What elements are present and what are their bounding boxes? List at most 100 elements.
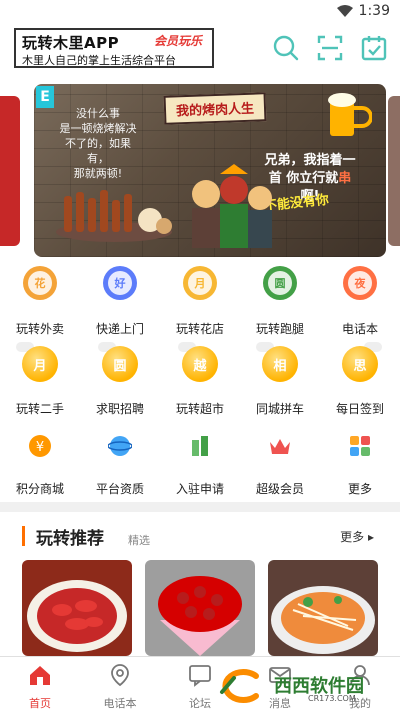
app-title: 玩转木里APP: [22, 34, 120, 52]
svg-text:¥: ¥: [36, 440, 44, 455]
bbq-skewers-illustration: [56, 190, 172, 242]
recommend-title: 玩转推荐: [36, 529, 104, 549]
nav-home[interactable]: 首页: [0, 657, 80, 711]
errand-icon: 圆: [263, 266, 297, 300]
grid-item-credentials[interactable]: 平台资质: [80, 426, 160, 502]
feature-row-1: 花 玩转外卖 好 快递上门 月 玩转花店 圆 玩转跑腿 夜 电话本: [0, 266, 400, 342]
banner-caption-right-red: 串: [338, 171, 352, 186]
nav-phonebook[interactable]: 电话本: [80, 657, 160, 711]
grid-label: 求职招聘: [95, 402, 144, 416]
app-home-screen: 1:39 玩转木里APP 会员玩乐 木里人自己的掌上生活综合平台 E 我的烤肉人…: [0, 0, 400, 711]
forum-icon: [189, 665, 211, 687]
daily-checkin-icon: 思: [342, 346, 378, 382]
status-bar: 1:39: [0, 0, 400, 24]
banner-prev-peek: [0, 96, 20, 246]
phonebook-coin-icon: 夜: [343, 266, 377, 300]
site-watermark: 西西软件园 CR173.COM: [212, 668, 392, 708]
grid-item-super-member[interactable]: 超级会员: [240, 426, 320, 502]
banner-carousel[interactable]: E 我的烤肉人生 没什么事 是一顿烧烤解决 不了的，如果有， 那就两顿! 兄弟，…: [0, 84, 400, 259]
grid-item-phonebook[interactable]: 夜 电话本: [320, 266, 400, 342]
crown-icon: [270, 439, 290, 454]
platform-credentials-icon: [108, 436, 132, 456]
recommend-section: 玩转推荐 精选 更多 ▸: [12, 516, 388, 656]
grid-label: 同城拼车: [255, 402, 304, 416]
beer-mug-illustration: [328, 93, 372, 136]
takeout-icon: 花: [23, 266, 57, 300]
app-header: 玩转木里APP 会员玩乐 木里人自己的掌上生活综合平台: [0, 24, 400, 74]
logo-badge: 会员玩乐: [154, 34, 203, 48]
feature-row-3: ¥ 积分商城 平台资质 入驻申请 超级会员 更多: [0, 426, 400, 502]
cartoon-characters-illustration: [192, 164, 272, 248]
flowers-icon-glyph: 月: [188, 271, 212, 295]
supermarket-icon: 越: [182, 346, 218, 382]
recommend-thumb-crayfish[interactable]: [22, 560, 132, 656]
scan-icon[interactable]: [316, 34, 344, 62]
grid-label: 超级会员: [255, 482, 304, 496]
grid-label: 更多: [347, 482, 372, 496]
banner-caption-right-b: 你立行就: [286, 171, 339, 186]
section-accent-bar: [22, 526, 25, 546]
jobs-icon: 圆: [102, 346, 138, 382]
rose-bouquet-image: [145, 560, 255, 656]
points-mall-icon: ¥: [29, 435, 51, 457]
grid-label: 玩转超市: [175, 402, 224, 416]
grid-item-takeout[interactable]: 花 玩转外卖: [0, 266, 80, 342]
watermark-site: CR173.COM: [308, 694, 356, 703]
rice-noodle-image: [268, 560, 378, 656]
join-apply-icon: [192, 436, 208, 456]
grid-item-jobs[interactable]: 圆 求职招聘: [80, 342, 160, 422]
wifi-icon: [336, 5, 353, 17]
grid-label: 玩转跑腿: [255, 322, 304, 336]
feature-row-2: 月 玩转二手 圆 求职招聘 越 玩转超市 相 同城拼车 思 每日签到: [0, 342, 400, 422]
app-slogan: 木里人自己的掌上生活综合平台: [22, 54, 176, 67]
checkin-calendar-icon[interactable]: [360, 34, 388, 62]
grid-label: 积分商城: [15, 482, 64, 496]
grid-item-carpool[interactable]: 相 同城拼车: [240, 342, 320, 422]
search-icon[interactable]: [272, 34, 300, 62]
banner-caption-left: 没什么事 是一顿烧烤解决 不了的，如果有， 那就两顿!: [59, 107, 137, 180]
grid-label: 玩转二手: [15, 402, 64, 416]
grid-item-more[interactable]: 更多: [320, 426, 400, 502]
grid-item-points-mall[interactable]: ¥ 积分商城: [0, 426, 80, 502]
grid-label: 每日签到: [335, 402, 384, 416]
grid-item-daily-checkin[interactable]: 思 每日签到: [320, 342, 400, 422]
recommend-thumb-noodles[interactable]: [268, 560, 378, 656]
grid-label: 玩转外卖: [15, 322, 64, 336]
grid-label: 快递上门: [95, 322, 144, 336]
grid-label: 电话本: [341, 322, 378, 336]
grid-label: 玩转花店: [175, 322, 224, 336]
crayfish-dish-image: [22, 560, 132, 656]
grid-item-supermarket[interactable]: 越 玩转超市: [160, 342, 240, 422]
takeout-icon-glyph: 花: [28, 271, 52, 295]
banner-tag: E: [36, 86, 54, 108]
grid-item-secondhand[interactable]: 月 玩转二手: [0, 342, 80, 422]
recommend-subtitle: 精选: [128, 534, 150, 547]
grid-item-errand[interactable]: 圆 玩转跑腿: [240, 266, 320, 342]
grid-label: 入驻申请: [175, 482, 224, 496]
more-grid-icon: [350, 436, 370, 456]
banner-sign: 我的烤肉人生: [163, 92, 267, 125]
carpool-icon: 相: [262, 346, 298, 382]
banner-slide[interactable]: E 我的烤肉人生 没什么事 是一顿烧烤解决 不了的，如果有， 那就两顿! 兄弟，…: [34, 84, 386, 257]
status-time: 1:39: [358, 3, 390, 19]
home-icon: [30, 666, 50, 685]
recommend-thumb-roses[interactable]: [145, 560, 255, 656]
secondhand-icon: 月: [22, 346, 58, 382]
nav-label: 电话本: [103, 697, 137, 710]
grid-item-delivery[interactable]: 好 快递上门: [80, 266, 160, 342]
nav-label: 首页: [29, 697, 51, 710]
banner-next-peek: [388, 96, 400, 246]
grid-label: 平台资质: [95, 482, 144, 496]
watermark-logo-icon: [220, 669, 259, 703]
flowers-icon: 月: [183, 266, 217, 300]
delivery-icon: 好: [103, 266, 137, 300]
recommend-more-link[interactable]: 更多 ▸: [340, 528, 374, 545]
delivery-icon-glyph: 好: [108, 271, 132, 295]
grid-item-join-apply[interactable]: 入驻申请: [160, 426, 240, 502]
errand-icon-glyph: 圆: [268, 271, 292, 295]
phonebook-icon: [111, 664, 129, 687]
grid-item-flowers[interactable]: 月 玩转花店: [160, 266, 240, 342]
app-logo: 玩转木里APP 会员玩乐 木里人自己的掌上生活综合平台: [14, 28, 214, 68]
phonebook-icon-glyph: 夜: [348, 271, 372, 295]
section-separator: [0, 502, 400, 512]
